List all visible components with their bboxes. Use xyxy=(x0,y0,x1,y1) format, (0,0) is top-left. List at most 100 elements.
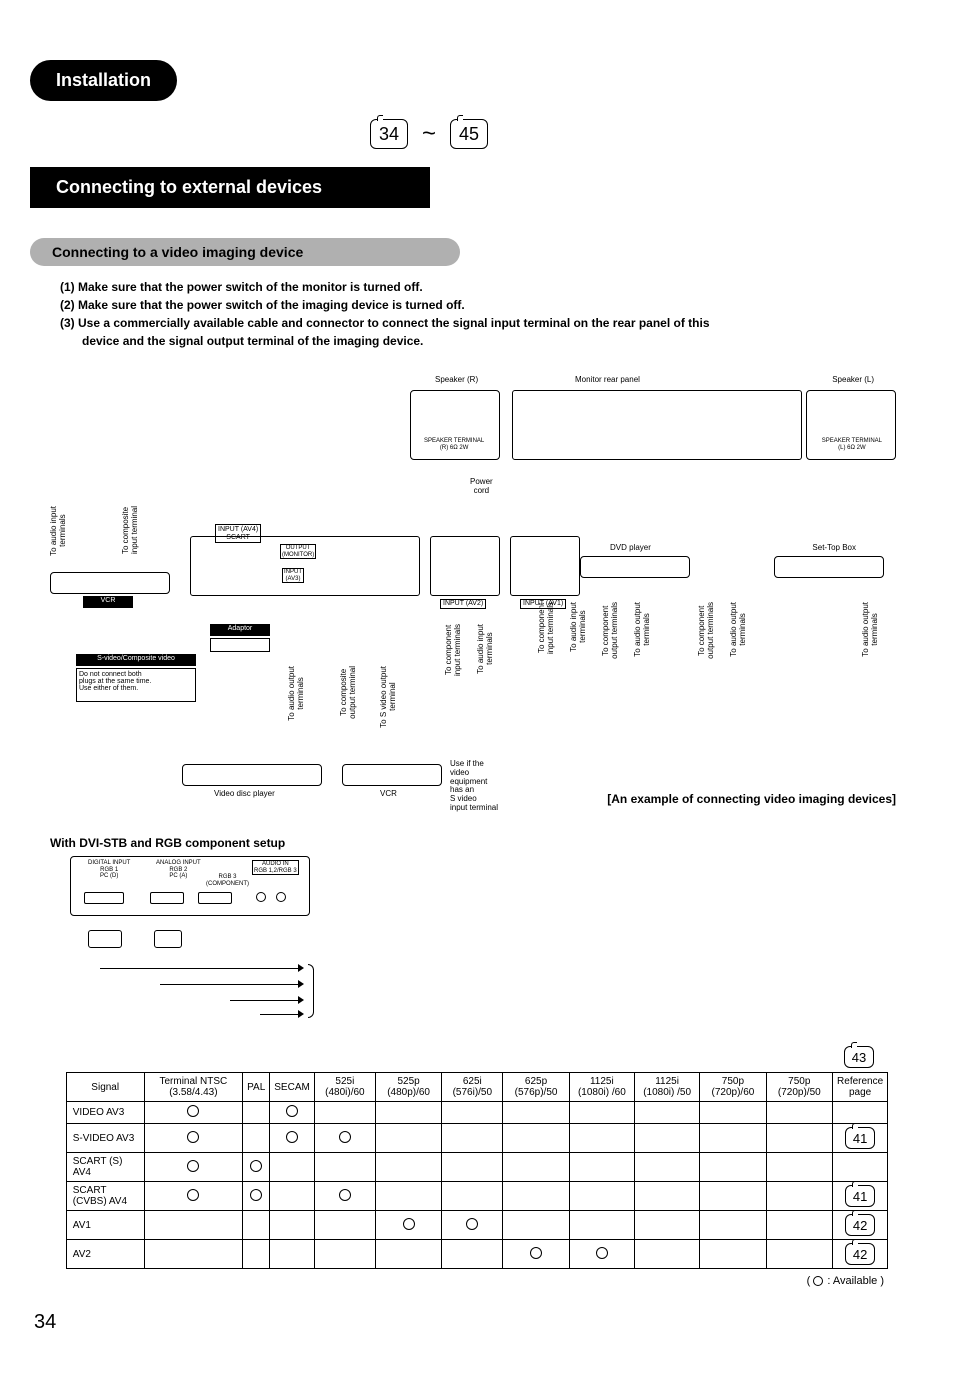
title-bar: Installation xyxy=(30,60,177,101)
cell: 41 xyxy=(832,1182,887,1211)
label-to-audio-input-3: To audio inputterminals xyxy=(570,602,588,652)
available-icon xyxy=(286,1131,298,1143)
label-dvd-player: DVD player xyxy=(610,544,651,553)
cell xyxy=(700,1153,766,1182)
row-label: S-VIDEO AV3 xyxy=(66,1124,144,1153)
th-525p: 525p (480p)/60 xyxy=(375,1073,441,1102)
main-diagram: Speaker (R) Monitor rear panel Speaker (… xyxy=(50,376,904,816)
label-do-not-connect: Do not connect bothplugs at the same tim… xyxy=(76,668,196,702)
cell xyxy=(243,1102,270,1124)
cell xyxy=(503,1102,569,1124)
table-header-row: Signal Terminal NTSC (3.58/4.43) PAL SEC… xyxy=(66,1073,887,1102)
cell xyxy=(144,1182,242,1211)
cell xyxy=(700,1182,766,1211)
label-to-component-output-1: To componentoutput terminals xyxy=(602,602,620,659)
available-icon xyxy=(187,1189,199,1201)
label-vcr-2: VCR xyxy=(380,790,397,799)
cell xyxy=(243,1211,270,1240)
th-secam: SECAM xyxy=(270,1073,315,1102)
label-to-audio-output-3: To audio outputterminals xyxy=(730,602,748,657)
available-icon xyxy=(286,1105,298,1117)
cell xyxy=(442,1211,503,1240)
cell xyxy=(569,1153,634,1182)
available-icon xyxy=(403,1218,415,1230)
cell xyxy=(144,1153,242,1182)
page-ref-43: 43 xyxy=(844,1046,874,1068)
label-to-audio-output-1: To audio outputterminals xyxy=(288,666,306,721)
available-icon xyxy=(187,1160,199,1172)
label-speaker-term-r: SPEAKER TERMINAL(R) 6Ω 2W xyxy=(424,438,484,451)
cell xyxy=(832,1153,887,1182)
label-speaker-r: Speaker (R) xyxy=(435,376,478,385)
cell xyxy=(766,1240,832,1269)
cell xyxy=(766,1153,832,1182)
cell xyxy=(569,1240,634,1269)
table-row: VIDEO AV3 xyxy=(66,1102,887,1124)
table-row: SCART (CVBS) AV441 xyxy=(66,1182,887,1211)
page-ref-cell: 42 xyxy=(845,1243,875,1265)
label-to-component-input-1: To componentinput terminals xyxy=(445,624,463,676)
cell xyxy=(314,1211,375,1240)
cell xyxy=(270,1240,315,1269)
legend-text: : Available ) xyxy=(827,1275,884,1287)
cell xyxy=(270,1211,315,1240)
cell xyxy=(442,1182,503,1211)
cell xyxy=(375,1153,441,1182)
cell xyxy=(144,1211,242,1240)
cell xyxy=(314,1124,375,1153)
label-to-audio-input-1: To audio inputterminals xyxy=(50,506,68,556)
instruction-2: (2) Make sure that the power switch of t… xyxy=(60,296,894,314)
row-label: VIDEO AV3 xyxy=(66,1102,144,1124)
th-750p-50: 750p (720p)/50 xyxy=(766,1073,832,1102)
cell xyxy=(314,1240,375,1269)
table-row: SCART (S) AV4 xyxy=(66,1153,887,1182)
th-625p: 625p (576p)/50 xyxy=(503,1073,569,1102)
label-output-monitor: OUTPUT(MONITOR) xyxy=(280,544,316,559)
label-rear-panel: Monitor rear panel xyxy=(575,376,640,385)
label-svideo-composite: S-video/Composite video xyxy=(76,654,196,666)
available-icon xyxy=(250,1189,262,1201)
page-ref-from: 34 xyxy=(370,119,408,149)
cell: 41 xyxy=(832,1124,887,1153)
cell xyxy=(503,1124,569,1153)
label-input-av3: INPUT(AV3) xyxy=(282,568,304,583)
label-use-if-svideo: Use if thevideoequipmenthas anS videoinp… xyxy=(450,760,510,813)
table-row: AV142 xyxy=(66,1211,887,1240)
cell xyxy=(270,1124,315,1153)
grey-bar: Connecting to a video imaging device xyxy=(30,238,460,266)
th-525i: 525i (480i)/60 xyxy=(314,1073,375,1102)
small-diagram: DIGITAL INPUTRGB 1PC (D) ANALOG INPUTRGB… xyxy=(70,856,320,1026)
cell xyxy=(144,1124,242,1153)
cell xyxy=(314,1182,375,1211)
label-rgb-component: RGB 3(COMPONENT) xyxy=(206,874,249,887)
label-to-component-input-2: To componentinput terminals xyxy=(538,602,556,654)
label-digital-input: DIGITAL INPUTRGB 1PC (D) xyxy=(88,860,130,880)
available-icon xyxy=(187,1105,199,1117)
th-pal: PAL xyxy=(243,1073,270,1102)
available-icon xyxy=(466,1218,478,1230)
cell xyxy=(832,1102,887,1124)
row-label: SCART (S) AV4 xyxy=(66,1153,144,1182)
page-ref-43-row: 43 xyxy=(30,1046,874,1068)
available-icon xyxy=(187,1131,199,1143)
th-signal: Signal xyxy=(66,1073,144,1102)
available-icon xyxy=(596,1247,608,1259)
label-to-audio-output-4: To audio outputterminals xyxy=(862,602,880,657)
label-set-top-box: Set-Top Box xyxy=(812,544,856,553)
available-icon xyxy=(339,1189,351,1201)
label-audio-in-small: AUDIO INRGB 1,2/RGB 3 xyxy=(252,860,299,875)
legend-avail-icon xyxy=(813,1276,823,1286)
page-number-footer: 34 xyxy=(34,1311,924,1334)
label-speaker-term-l: SPEAKER TERMINAL(L) 6Ω 2W xyxy=(822,438,882,451)
page-ref-cell: 41 xyxy=(845,1127,875,1149)
cell xyxy=(503,1153,569,1182)
page-ref-to: 45 xyxy=(450,119,488,149)
label-to-svideo-output: To S video outputterminal xyxy=(380,666,398,728)
cell xyxy=(700,1211,766,1240)
page-ref-cell: 42 xyxy=(845,1214,875,1236)
sub-heading: With DVI-STB and RGB component setup xyxy=(50,836,924,850)
cell xyxy=(144,1240,242,1269)
cell xyxy=(503,1211,569,1240)
table-row: S-VIDEO AV3 41 xyxy=(66,1124,887,1153)
cell xyxy=(270,1182,315,1211)
